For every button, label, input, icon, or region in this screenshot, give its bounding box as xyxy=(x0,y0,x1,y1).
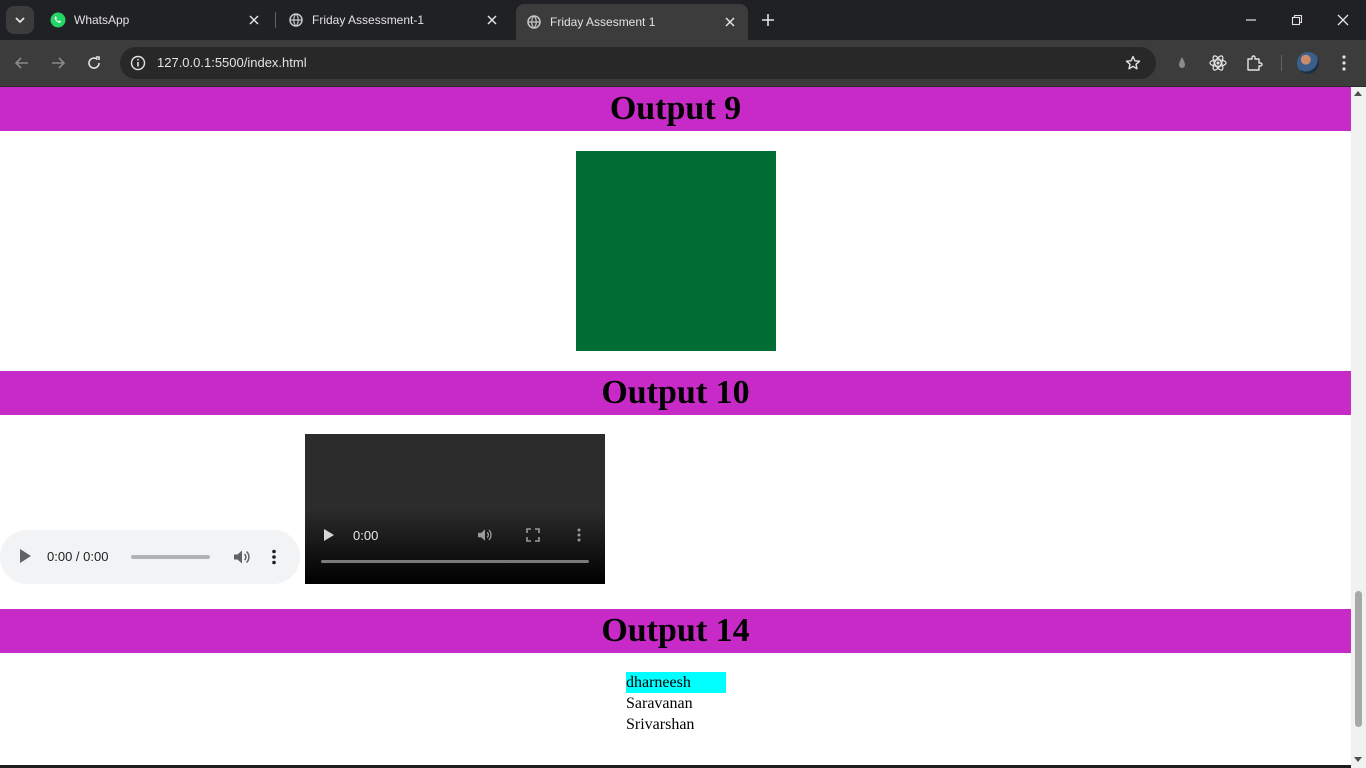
react-devtools-icon[interactable] xyxy=(1207,52,1229,74)
url-text[interactable]: 127.0.0.1:5500/index.html xyxy=(157,55,307,70)
tab-title: Friday Assessment-1 xyxy=(312,13,425,27)
tab-strip: WhatsApp Friday Assessment-1 Friday Asse… xyxy=(0,0,1366,40)
green-box xyxy=(576,151,776,351)
scroll-down-arrow-icon[interactable] xyxy=(1354,757,1362,762)
tab-whatsapp[interactable]: WhatsApp xyxy=(40,4,272,36)
reload-button[interactable] xyxy=(82,51,106,75)
volume-icon[interactable] xyxy=(476,527,494,543)
heading-output-14: Output 14 xyxy=(0,609,1351,653)
back-button[interactable] xyxy=(10,51,34,75)
extensions-puzzle-icon[interactable] xyxy=(1243,52,1265,74)
reload-icon xyxy=(88,56,100,69)
audio-player[interactable]: 0:00 / 0:00 xyxy=(0,530,300,584)
tab-title: WhatsApp xyxy=(74,13,130,27)
play-icon[interactable] xyxy=(20,549,31,563)
whatsapp-icon xyxy=(50,12,66,28)
close-window-button[interactable] xyxy=(1320,0,1366,40)
new-tab-button[interactable] xyxy=(756,8,780,32)
plus-icon xyxy=(762,14,774,26)
restore-button[interactable] xyxy=(1274,0,1320,40)
video-time: 0:00 xyxy=(353,528,379,543)
video-progress-slider[interactable] xyxy=(321,560,589,563)
minimize-icon xyxy=(1246,19,1256,21)
globe-icon xyxy=(288,12,304,28)
heading-output-9: Output 9 xyxy=(0,87,1351,131)
audio-time: 0:00 / 0:00 xyxy=(47,549,109,564)
vertical-scrollbar[interactable] xyxy=(1351,87,1366,768)
close-icon xyxy=(1337,14,1349,26)
close-icon[interactable] xyxy=(484,12,500,28)
scroll-up-arrow-icon[interactable] xyxy=(1354,91,1362,96)
forward-button[interactable] xyxy=(46,51,70,75)
more-options-icon[interactable] xyxy=(573,527,585,543)
bookmark-star-icon[interactable] xyxy=(1124,54,1142,72)
arrow-left-icon xyxy=(14,57,28,69)
arrow-right-icon xyxy=(52,57,66,69)
volume-icon[interactable] xyxy=(232,548,252,566)
list-item: Srivarshan xyxy=(626,716,695,733)
close-icon[interactable] xyxy=(246,12,262,28)
extension-drop-icon[interactable] xyxy=(1171,52,1193,74)
video-player[interactable]: 0:00 xyxy=(305,434,605,584)
restore-icon xyxy=(1291,14,1303,26)
audio-progress-slider[interactable] xyxy=(131,555,210,559)
scrollbar-thumb[interactable] xyxy=(1355,591,1362,727)
minimize-button[interactable] xyxy=(1228,0,1274,40)
heading-output-10: Output 10 xyxy=(0,371,1351,415)
fullscreen-icon[interactable] xyxy=(524,527,542,543)
site-info-icon[interactable] xyxy=(128,53,148,73)
tab-friday-assessment-1[interactable]: Friday Assessment-1 xyxy=(278,4,510,36)
tab-friday-assesment-1-active[interactable]: Friday Assesment 1 xyxy=(516,4,748,40)
more-menu-icon[interactable] xyxy=(1333,52,1355,74)
page-viewport: Output 9 Output 10 0:00 / 0:00 0:00 Outp… xyxy=(0,87,1351,768)
tab-search-button[interactable] xyxy=(6,6,34,34)
list-item-highlighted: dharneesh xyxy=(626,672,726,693)
list-item: Saravanan xyxy=(626,695,693,712)
more-options-icon[interactable] xyxy=(265,547,283,567)
name-list: dharneesh Saravanan Srivarshan xyxy=(626,672,726,735)
profile-avatar[interactable] xyxy=(1297,52,1319,74)
tab-separator xyxy=(275,12,276,28)
toolbar-separator xyxy=(1281,55,1282,71)
globe-icon xyxy=(526,14,542,30)
chevron-down-icon xyxy=(15,17,25,24)
tab-title: Friday Assesment 1 xyxy=(550,15,656,29)
browser-toolbar: 127.0.0.1:5500/index.html xyxy=(0,40,1366,87)
play-icon[interactable] xyxy=(324,529,334,541)
close-icon[interactable] xyxy=(722,14,738,30)
address-bar[interactable]: 127.0.0.1:5500/index.html xyxy=(120,47,1156,79)
